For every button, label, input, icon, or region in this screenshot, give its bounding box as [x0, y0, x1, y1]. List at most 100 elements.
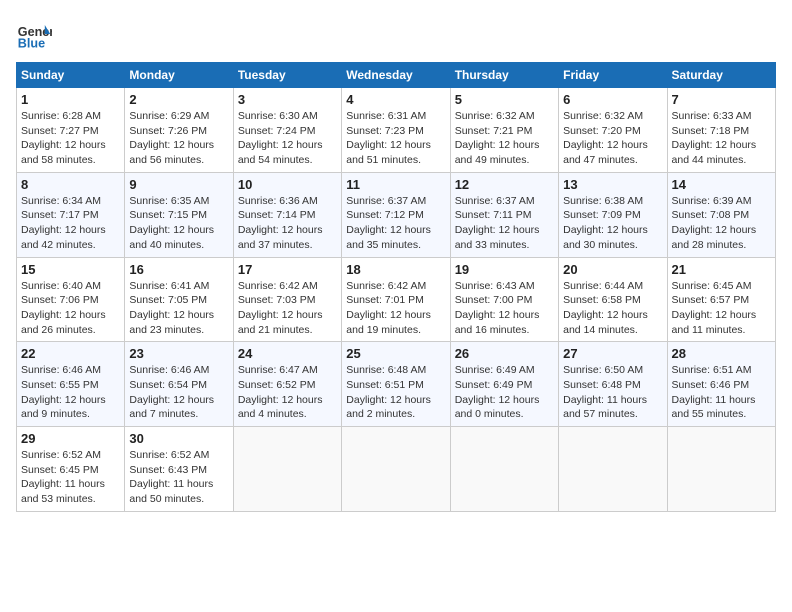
day-number: 5 — [455, 92, 554, 107]
daylight-label: Daylight: 12 hours and 42 minutes. — [21, 224, 106, 251]
sunset-label: Sunset: 7:18 PM — [672, 125, 750, 137]
weekday-header-tuesday: Tuesday — [233, 63, 341, 88]
calendar-cell: 17 Sunrise: 6:42 AM Sunset: 7:03 PM Dayl… — [233, 257, 341, 342]
day-number: 18 — [346, 262, 445, 277]
day-info: Sunrise: 6:39 AM Sunset: 7:08 PM Dayligh… — [672, 194, 771, 253]
sunset-label: Sunset: 6:54 PM — [129, 379, 207, 391]
day-info: Sunrise: 6:41 AM Sunset: 7:05 PM Dayligh… — [129, 279, 228, 338]
daylight-label: Daylight: 12 hours and 2 minutes. — [346, 394, 431, 421]
daylight-label: Daylight: 12 hours and 21 minutes. — [238, 309, 323, 336]
weekday-header-friday: Friday — [559, 63, 667, 88]
weekday-header-saturday: Saturday — [667, 63, 775, 88]
calendar-cell: 16 Sunrise: 6:41 AM Sunset: 7:05 PM Dayl… — [125, 257, 233, 342]
calendar-week-2: 8 Sunrise: 6:34 AM Sunset: 7:17 PM Dayli… — [17, 172, 776, 257]
sunrise-label: Sunrise: 6:29 AM — [129, 110, 209, 122]
day-number: 25 — [346, 346, 445, 361]
calendar-cell: 8 Sunrise: 6:34 AM Sunset: 7:17 PM Dayli… — [17, 172, 125, 257]
daylight-label: Daylight: 12 hours and 54 minutes. — [238, 139, 323, 166]
day-number: 8 — [21, 177, 120, 192]
sunrise-label: Sunrise: 6:48 AM — [346, 364, 426, 376]
calendar-cell: 2 Sunrise: 6:29 AM Sunset: 7:26 PM Dayli… — [125, 88, 233, 173]
sunrise-label: Sunrise: 6:44 AM — [563, 280, 643, 292]
day-info: Sunrise: 6:52 AM Sunset: 6:43 PM Dayligh… — [129, 448, 228, 507]
sunrise-label: Sunrise: 6:37 AM — [346, 195, 426, 207]
daylight-label: Daylight: 12 hours and 26 minutes. — [21, 309, 106, 336]
day-info: Sunrise: 6:30 AM Sunset: 7:24 PM Dayligh… — [238, 109, 337, 168]
sunset-label: Sunset: 6:57 PM — [672, 294, 750, 306]
sunrise-label: Sunrise: 6:36 AM — [238, 195, 318, 207]
daylight-label: Daylight: 12 hours and 58 minutes. — [21, 139, 106, 166]
sunset-label: Sunset: 6:52 PM — [238, 379, 316, 391]
daylight-label: Daylight: 12 hours and 49 minutes. — [455, 139, 540, 166]
sunrise-label: Sunrise: 6:49 AM — [455, 364, 535, 376]
day-number: 6 — [563, 92, 662, 107]
sunset-label: Sunset: 7:27 PM — [21, 125, 99, 137]
sunset-label: Sunset: 7:24 PM — [238, 125, 316, 137]
day-number: 4 — [346, 92, 445, 107]
calendar-cell: 30 Sunrise: 6:52 AM Sunset: 6:43 PM Dayl… — [125, 427, 233, 512]
daylight-label: Daylight: 12 hours and 4 minutes. — [238, 394, 323, 421]
sunset-label: Sunset: 7:06 PM — [21, 294, 99, 306]
calendar-cell: 19 Sunrise: 6:43 AM Sunset: 7:00 PM Dayl… — [450, 257, 558, 342]
daylight-label: Daylight: 12 hours and 19 minutes. — [346, 309, 431, 336]
weekday-header-wednesday: Wednesday — [342, 63, 450, 88]
day-info: Sunrise: 6:32 AM Sunset: 7:20 PM Dayligh… — [563, 109, 662, 168]
day-info: Sunrise: 6:48 AM Sunset: 6:51 PM Dayligh… — [346, 363, 445, 422]
daylight-label: Daylight: 12 hours and 16 minutes. — [455, 309, 540, 336]
calendar-cell: 3 Sunrise: 6:30 AM Sunset: 7:24 PM Dayli… — [233, 88, 341, 173]
daylight-label: Daylight: 12 hours and 11 minutes. — [672, 309, 757, 336]
logo: General Blue — [16, 16, 52, 52]
day-number: 24 — [238, 346, 337, 361]
day-number: 2 — [129, 92, 228, 107]
calendar-cell: 21 Sunrise: 6:45 AM Sunset: 6:57 PM Dayl… — [667, 257, 775, 342]
sunset-label: Sunset: 7:23 PM — [346, 125, 424, 137]
sunset-label: Sunset: 7:26 PM — [129, 125, 207, 137]
calendar-cell — [342, 427, 450, 512]
calendar-table: SundayMondayTuesdayWednesdayThursdayFrid… — [16, 62, 776, 512]
daylight-label: Daylight: 12 hours and 51 minutes. — [346, 139, 431, 166]
calendar-cell: 15 Sunrise: 6:40 AM Sunset: 7:06 PM Dayl… — [17, 257, 125, 342]
day-info: Sunrise: 6:52 AM Sunset: 6:45 PM Dayligh… — [21, 448, 120, 507]
daylight-label: Daylight: 11 hours and 55 minutes. — [672, 394, 756, 421]
daylight-label: Daylight: 12 hours and 30 minutes. — [563, 224, 648, 251]
sunset-label: Sunset: 7:09 PM — [563, 209, 641, 221]
sunset-label: Sunset: 7:01 PM — [346, 294, 424, 306]
day-number: 19 — [455, 262, 554, 277]
sunset-label: Sunset: 6:48 PM — [563, 379, 641, 391]
calendar-cell: 5 Sunrise: 6:32 AM Sunset: 7:21 PM Dayli… — [450, 88, 558, 173]
day-number: 7 — [672, 92, 771, 107]
day-number: 11 — [346, 177, 445, 192]
calendar-week-4: 22 Sunrise: 6:46 AM Sunset: 6:55 PM Dayl… — [17, 342, 776, 427]
day-info: Sunrise: 6:31 AM Sunset: 7:23 PM Dayligh… — [346, 109, 445, 168]
sunset-label: Sunset: 7:21 PM — [455, 125, 533, 137]
day-number: 23 — [129, 346, 228, 361]
day-info: Sunrise: 6:51 AM Sunset: 6:46 PM Dayligh… — [672, 363, 771, 422]
calendar-cell: 9 Sunrise: 6:35 AM Sunset: 7:15 PM Dayli… — [125, 172, 233, 257]
sunrise-label: Sunrise: 6:31 AM — [346, 110, 426, 122]
day-info: Sunrise: 6:40 AM Sunset: 7:06 PM Dayligh… — [21, 279, 120, 338]
daylight-label: Daylight: 12 hours and 23 minutes. — [129, 309, 214, 336]
daylight-label: Daylight: 12 hours and 44 minutes. — [672, 139, 757, 166]
sunrise-label: Sunrise: 6:32 AM — [563, 110, 643, 122]
page-header: General Blue — [16, 16, 776, 52]
day-number: 13 — [563, 177, 662, 192]
day-info: Sunrise: 6:47 AM Sunset: 6:52 PM Dayligh… — [238, 363, 337, 422]
daylight-label: Daylight: 12 hours and 9 minutes. — [21, 394, 106, 421]
daylight-label: Daylight: 12 hours and 7 minutes. — [129, 394, 214, 421]
sunrise-label: Sunrise: 6:43 AM — [455, 280, 535, 292]
day-info: Sunrise: 6:28 AM Sunset: 7:27 PM Dayligh… — [21, 109, 120, 168]
daylight-label: Daylight: 12 hours and 37 minutes. — [238, 224, 323, 251]
sunset-label: Sunset: 7:15 PM — [129, 209, 207, 221]
sunset-label: Sunset: 6:46 PM — [672, 379, 750, 391]
sunrise-label: Sunrise: 6:33 AM — [672, 110, 752, 122]
sunset-label: Sunset: 7:12 PM — [346, 209, 424, 221]
svg-text:Blue: Blue — [18, 37, 45, 51]
day-info: Sunrise: 6:46 AM Sunset: 6:55 PM Dayligh… — [21, 363, 120, 422]
calendar-cell: 26 Sunrise: 6:49 AM Sunset: 6:49 PM Dayl… — [450, 342, 558, 427]
calendar-cell: 1 Sunrise: 6:28 AM Sunset: 7:27 PM Dayli… — [17, 88, 125, 173]
weekday-header-monday: Monday — [125, 63, 233, 88]
calendar-cell: 20 Sunrise: 6:44 AM Sunset: 6:58 PM Dayl… — [559, 257, 667, 342]
sunset-label: Sunset: 7:00 PM — [455, 294, 533, 306]
sunrise-label: Sunrise: 6:47 AM — [238, 364, 318, 376]
sunrise-label: Sunrise: 6:51 AM — [672, 364, 752, 376]
